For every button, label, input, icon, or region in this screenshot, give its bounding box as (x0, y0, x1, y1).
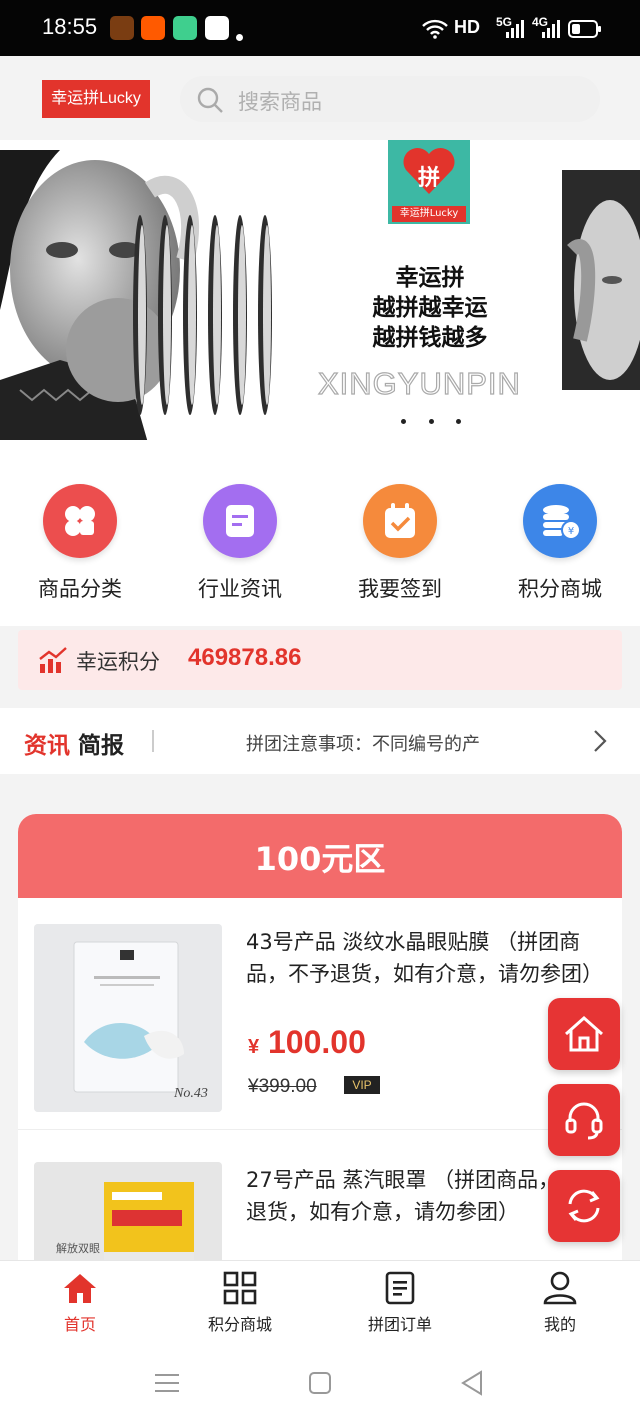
headset-icon (565, 1102, 603, 1140)
price-zone-section: 100元区 No.43 43号产品 淡纹水晶眼贴膜 （拼团商品，不予退货，如有介… (18, 814, 622, 1334)
original-price: ¥399.00 (248, 1076, 317, 1097)
back-triangle-icon[interactable] (460, 1370, 484, 1396)
search-placeholder: 搜索商品 (238, 90, 322, 114)
document-icon (203, 484, 277, 558)
product-price: 100.00 (268, 1024, 366, 1060)
hd-indicator: HD (454, 17, 480, 37)
points-bar[interactable]: 幸运积分 469878.86 (18, 630, 622, 690)
banner-line-3: 越拼钱越多 (372, 325, 488, 351)
menu-icon[interactable] (154, 1372, 180, 1394)
coins-icon: ¥ (523, 484, 597, 558)
home-icon (565, 1015, 603, 1052)
banner-dot (429, 419, 434, 424)
product-card[interactable]: No.43 43号产品 淡纹水晶眼贴膜 （拼团商品，不予退货，如有介意，请勿参团… (18, 898, 622, 1130)
banner-badge: 拼 幸运拼Lucky (388, 140, 470, 224)
nav-label: 首页 (63, 1315, 96, 1334)
app-logo: 幸运拼Lucky (42, 80, 150, 118)
search-input[interactable]: 搜索商品 (180, 76, 600, 122)
signal-icon-2 (542, 20, 560, 38)
banner-dot (456, 419, 461, 424)
app-header: 幸运拼Lucky 搜索商品 (0, 56, 640, 140)
badge-char: 拼 (417, 166, 440, 191)
chat-app-icon (173, 16, 197, 40)
vip-badge: VIP (344, 1076, 380, 1094)
system-navigation-bar (0, 1352, 640, 1422)
notification-dot (236, 34, 243, 41)
banner-dot (401, 419, 406, 424)
calendar-check-icon (363, 484, 437, 558)
nav-home[interactable]: 首页 (20, 1271, 140, 1335)
banner-line-2: 越拼越幸运 (372, 295, 488, 321)
news-ticker[interactable]: 资讯 简报 拼团注意事项：不同编号的产 (0, 708, 640, 774)
wifi-icon (422, 19, 448, 39)
app-notification-icon (110, 16, 134, 40)
news-title-black: 简报 (78, 733, 124, 759)
home-square-icon[interactable] (308, 1371, 332, 1395)
user-icon (543, 1271, 577, 1305)
grid-icon (223, 1271, 257, 1305)
nav-label: 积分商城 (207, 1315, 272, 1334)
banner-model-image-right (562, 170, 640, 390)
points-label: 幸运积分 (76, 650, 160, 674)
feature-points-mall[interactable]: ¥ 积分商城 (490, 484, 630, 603)
product-image[interactable]: No.43 (34, 924, 222, 1112)
feature-label: 行业资讯 (198, 577, 282, 601)
float-home-button[interactable] (548, 998, 620, 1070)
points-value: 469878.86 (188, 644, 302, 671)
map-app-icon (205, 16, 229, 40)
banner-stripes-image (133, 215, 272, 415)
nav-points-mall[interactable]: 积分商城 (180, 1271, 300, 1335)
divider (152, 730, 154, 752)
badge-caption: 幸运拼Lucky (392, 206, 466, 222)
refresh-icon (568, 1189, 600, 1223)
feature-category[interactable]: 商品分类 (10, 484, 150, 603)
nav-label: 我的 (543, 1315, 576, 1334)
home-icon (64, 1274, 96, 1303)
section-header: 100元区 (18, 814, 622, 898)
battery-icon (568, 20, 601, 38)
banner-line-1: 幸运拼 (395, 265, 465, 291)
nav-label: 拼团订单 (367, 1315, 432, 1334)
news-headline[interactable]: 拼团注意事项：不同编号的产 (246, 730, 480, 756)
search-icon (197, 87, 223, 113)
status-time: 18:55 (42, 14, 98, 39)
promo-banner[interactable]: 拼 幸运拼Lucky 幸运拼 越拼越幸运 越拼钱越多 XINGYUNPIN (0, 140, 640, 458)
feature-checkin[interactable]: 我要签到 (330, 484, 470, 603)
price-currency: ¥ (248, 1036, 260, 1058)
banner-watermark: XINGYUNPIN (317, 365, 521, 401)
svg-text:¥: ¥ (568, 526, 574, 537)
product-image-label: No.43 (174, 1086, 208, 1101)
nav-mine[interactable]: 我的 (500, 1271, 620, 1335)
taobao-icon (141, 16, 165, 40)
section-title: 100元区 (254, 840, 386, 878)
bottom-navigation: 首页 积分商城 拼团订单 我的 (0, 1260, 640, 1352)
feature-label: 积分商城 (518, 577, 602, 601)
float-service-button[interactable] (548, 1084, 620, 1156)
chart-up-icon (39, 647, 67, 673)
feature-label: 我要签到 (358, 577, 442, 601)
chevron-right-icon[interactable] (592, 728, 608, 754)
nav-group-orders[interactable]: 拼团订单 (340, 1271, 460, 1335)
status-bar: 18:55 HD 5G 4G (0, 0, 640, 56)
feature-news[interactable]: 行业资讯 (170, 484, 310, 603)
clover-icon (43, 484, 117, 558)
order-icon (385, 1271, 415, 1305)
product-image-label: 解放双眼 (56, 1242, 100, 1255)
signal-icon (506, 20, 524, 38)
feature-menu: 商品分类 行业资讯 我要签到 ¥ 积分商城 (0, 458, 640, 626)
product-title[interactable]: 43号产品 淡纹水晶眼贴膜 （拼团商品，不予退货，如有介意，请勿参团） (246, 926, 606, 990)
float-refresh-button[interactable] (548, 1170, 620, 1242)
news-title-red: 资讯 (24, 733, 70, 759)
feature-label: 商品分类 (38, 577, 122, 601)
